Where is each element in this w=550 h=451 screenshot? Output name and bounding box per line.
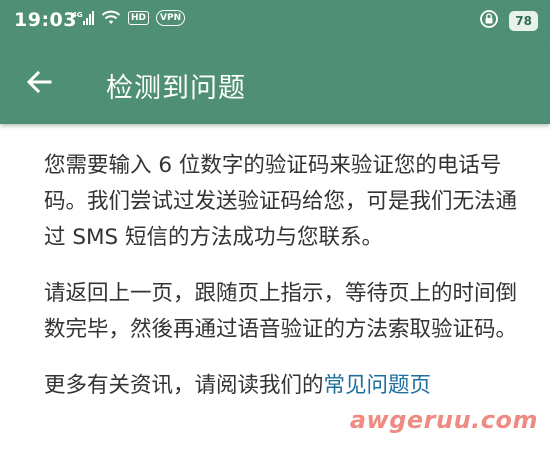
app-bar: 检测到问题: [0, 44, 550, 124]
faq-link[interactable]: 常见问题页: [324, 373, 432, 398]
message-paragraph-1: 您需要输入 6 位数字的验证码来验证您的电话号码。我们尝试过发送验证码给您，可是…: [44, 153, 518, 250]
wifi-icon: [101, 10, 121, 26]
hd-icon: HD: [128, 11, 150, 25]
message-paragraph-2: 请返回上一页，跟随页上指示，等待页上的时间倒数完毕，然後再通过语音验证的方法索取…: [44, 281, 518, 342]
status-bar: 19:03 4G HD VPN 78: [0, 0, 550, 44]
status-time: 19:03: [14, 9, 77, 31]
watermark: awgeruu.com: [349, 406, 538, 434]
message-content: 您需要输入 6 位数字的验证码来验证您的电话号码。我们尝试过发送验证码给您，可是…: [44, 148, 534, 424]
message-paragraph-3: 更多有关资讯，请阅读我们的常见问题页: [44, 368, 534, 404]
status-icons: 4G HD VPN: [72, 10, 186, 26]
back-button[interactable]: [22, 64, 58, 100]
signal-icon: 4G: [72, 10, 94, 26]
network-type: 4G: [72, 11, 83, 19]
arrow-left-icon: [26, 70, 52, 94]
battery-indicator: 78: [509, 11, 538, 31]
status-right: 78: [479, 9, 538, 33]
page-title: 检测到问题: [106, 73, 246, 104]
lock-rotation-icon: [479, 9, 499, 33]
faq-prompt: 更多有关资讯，请阅读我们的: [44, 373, 324, 398]
vpn-icon: VPN: [156, 10, 186, 26]
